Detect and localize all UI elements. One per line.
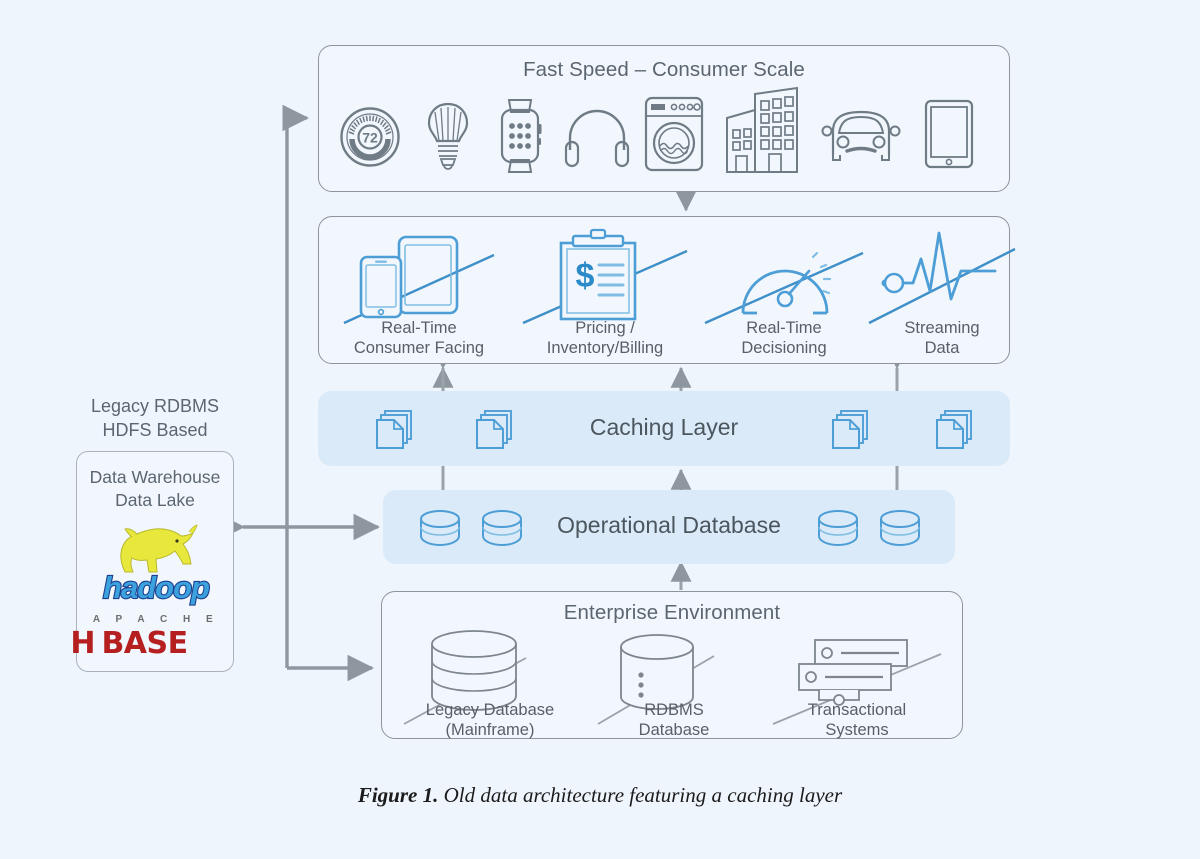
figure-caption-text: Old data architecture featuring a cachin… — [443, 783, 843, 807]
hbase-word-h: H — [70, 626, 95, 661]
workload-label-1-line1: Real-Time — [381, 319, 457, 337]
data-warehouse-title-line2: Data Lake — [115, 490, 195, 510]
smartwatch-icon — [494, 98, 546, 174]
consumer-scale-title: Fast Speed – Consumer Scale — [523, 58, 805, 81]
hbase-logo: A P A C H E H BASE — [70, 612, 221, 666]
pulse-icon — [881, 231, 997, 301]
sidebar-heading-line2: HDFS Based — [102, 420, 208, 440]
data-warehouse-box[interactable]: Data Warehouse Data Lake hadoop A P A C … — [70, 451, 234, 672]
hadoop-logo: hadoop — [87, 524, 225, 606]
workload-label-3-line2: Decisioning — [741, 339, 827, 357]
buildings-icon — [723, 86, 801, 174]
database-cylinder-icon — [818, 510, 858, 546]
data-warehouse-title-line1: Data Warehouse — [89, 467, 221, 487]
workloads-panel[interactable]: Real-Time Consumer Facing $ Pricing / In… — [318, 216, 1016, 364]
documents-stack-icon — [376, 410, 412, 449]
workload-item-pricing-inventory-billing[interactable]: $ Pricing / Inventory/Billing — [515, 223, 695, 357]
devices-icon — [359, 235, 459, 319]
database-cylinder-icon — [880, 510, 920, 546]
documents-stack-icon — [476, 410, 512, 449]
enterprise-environment-panel[interactable]: Enterprise Environment Legacy Database (… — [381, 591, 963, 739]
hbase-wordmark: H BASE — [70, 626, 221, 661]
enterprise-item-rdbms-database[interactable]: RDBMS Database — [594, 632, 754, 739]
caching-layer-title: Caching Layer — [589, 414, 739, 440]
enterprise-label-3-line2: Systems — [825, 721, 889, 739]
workload-label-3-line1: Real-Time — [746, 319, 822, 337]
diagram-canvas: Fast Speed – Consumer Scale 72 Real-Time… — [0, 0, 1200, 859]
hadoop-elephant-icon — [120, 524, 198, 573]
database-cylinder-icon — [482, 510, 522, 546]
caching-layer-band[interactable]: Caching Layer — [318, 391, 1010, 466]
gauge-icon — [741, 251, 832, 315]
clipboard-dollar-icon: $ — [559, 228, 637, 321]
sidebar-heading-line1: Legacy RDBMS — [90, 396, 220, 416]
thermostat-value: 72 — [362, 130, 378, 146]
figure-caption: Figure 1. Old data architecture featurin… — [0, 783, 1200, 808]
enterprise-label-1-line2: (Mainframe) — [445, 721, 535, 739]
tablet-icon — [924, 99, 974, 169]
enterprise-item-legacy-database[interactable]: Legacy Database (Mainframe) — [400, 630, 580, 739]
figure-number: Figure 1. — [357, 783, 439, 807]
workload-label-4-line2: Data — [924, 339, 960, 357]
workload-item-real-time-consumer-facing[interactable]: Real-Time Consumer Facing — [339, 223, 499, 357]
operational-database-title: Operational Database — [557, 512, 781, 538]
documents-stack-icon — [936, 410, 972, 449]
enterprise-environment-title: Enterprise Environment — [563, 601, 781, 624]
enterprise-item-transactional-systems[interactable]: Transactional Systems — [767, 632, 947, 739]
database-cylinder-icon — [420, 510, 460, 546]
workload-label-4-line1: Streaming — [904, 319, 980, 337]
enterprise-label-3-line1: Transactional — [807, 701, 907, 719]
svg-text:$: $ — [576, 257, 595, 295]
enterprise-label-1-line1: Legacy Database — [425, 701, 555, 719]
enterprise-label-2-line2: Database — [638, 721, 710, 739]
consumer-scale-panel[interactable]: Fast Speed – Consumer Scale 72 — [318, 45, 1010, 192]
operational-database-band[interactable]: Operational Database — [383, 490, 955, 564]
washing-machine-icon — [644, 96, 704, 172]
documents-stack-icon — [832, 410, 868, 449]
car-icon — [819, 109, 903, 165]
headphones-icon — [564, 106, 630, 168]
workload-item-real-time-decisioning[interactable]: Real-Time Decisioning — [699, 223, 869, 357]
workload-item-streaming-data[interactable]: Streaming Data — [867, 223, 1017, 357]
hbase-apache-text: A P A C H E — [92, 614, 220, 625]
workload-label-2-line1: Pricing / — [575, 319, 635, 337]
enterprise-label-2-line1: RDBMS — [644, 701, 704, 719]
workload-label-2-line2: Inventory/Billing — [546, 339, 664, 357]
thermostat-icon: 72 — [339, 106, 401, 168]
workload-label-1-line2: Consumer Facing — [353, 339, 485, 357]
hadoop-wordmark: hadoop — [102, 569, 211, 606]
hbase-word-rest: BASE — [101, 626, 188, 661]
lightbulb-icon — [424, 101, 472, 171]
